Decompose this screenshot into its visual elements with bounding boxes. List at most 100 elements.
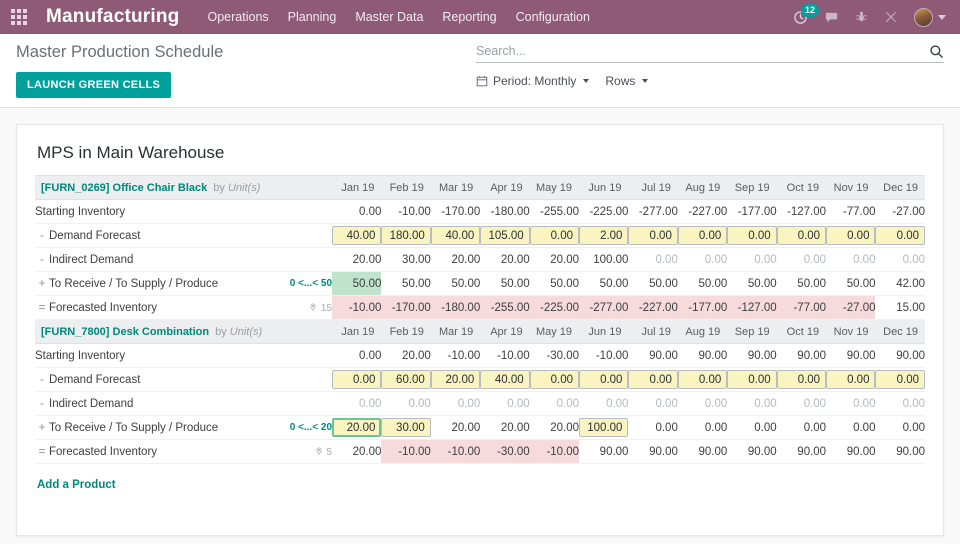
demand-forecast-input[interactable] [430,370,481,390]
editable-cell[interactable] [332,367,382,393]
to-receive-input[interactable] [381,418,431,438]
editable-cell[interactable] [529,223,580,249]
demand-forecast-input[interactable] [579,370,629,390]
filter-bar: Period: Monthly Rows [476,74,944,88]
to-receive-cell: 50.00 [332,271,382,297]
demand-forecast-input[interactable] [628,370,678,390]
editable-cell[interactable] [381,223,431,249]
editable-cell[interactable] [430,367,481,393]
bug-icon[interactable] [855,10,868,24]
to-receive-input[interactable] [332,418,382,438]
demand-forecast-input[interactable] [579,226,629,246]
search-icon[interactable] [929,44,944,59]
demand-forecast-input[interactable] [381,226,431,246]
menu-item-master-data[interactable]: Master Data [355,6,423,28]
indirect-demand-cell: 100.00 [579,247,629,273]
menu-item-reporting[interactable]: Reporting [442,6,496,28]
launch-green-cells-button[interactable]: LAUNCH GREEN CELLS [16,72,172,99]
editable-cell[interactable] [628,367,678,393]
chat-bubble-icon[interactable] [824,10,839,25]
period-filter-button[interactable]: Period: Monthly [476,74,590,88]
menu-item-planning[interactable]: Planning [288,6,337,28]
demand-forecast-input[interactable] [677,370,728,390]
editable-cell[interactable] [480,223,530,249]
demand-forecast-input[interactable] [776,226,827,246]
to-receive-cell: 0.00 [776,415,827,441]
demand-forecast-input[interactable] [381,370,431,390]
add-a-product-link[interactable]: Add a Product [37,479,116,491]
rows-filter-button[interactable]: Rows [605,74,649,88]
product-name-link[interactable]: [FURN_7800] Desk Combination [41,326,209,338]
row-operator: - [40,397,44,410]
to-receive-input[interactable] [579,418,629,438]
editable-cell[interactable] [727,367,777,393]
demand-forecast-input[interactable] [628,226,678,246]
demand-forecast-input[interactable] [332,370,382,390]
editable-cell[interactable] [381,367,431,393]
editable-cell[interactable] [579,367,629,393]
editable-cell[interactable] [875,223,925,249]
editable-cell[interactable] [677,223,728,249]
activity-count-badge: 12 [801,3,820,17]
apps-menu-button[interactable] [0,0,38,34]
demand-forecast-input[interactable] [529,370,580,390]
editable-cell[interactable] [332,223,382,249]
demand-forecast-input[interactable] [727,226,777,246]
editable-cell[interactable] [875,367,925,393]
user-menu-button[interactable] [914,7,946,27]
row-operator: + [38,421,46,434]
demand-forecast-input[interactable] [430,226,481,246]
row-meta-cell: 5 [280,439,333,465]
menu-item-operations[interactable]: Operations [208,6,269,28]
editable-cell[interactable] [727,223,777,249]
editable-cell[interactable] [332,415,382,441]
month-column-header: Jan 19 [332,319,382,345]
demand-forecast-input[interactable] [529,226,580,246]
forecasted-inventory-cell: -277.00 [579,295,629,321]
demand-forecast-input[interactable] [727,370,777,390]
clock-activity-icon[interactable]: 12 [793,3,820,25]
editable-cell[interactable] [579,415,629,441]
to-receive-cell: 0.00 [875,415,925,441]
product-header-row: [FURN_0269] Office Chair Black by Unit(s)… [35,175,925,201]
to-receive-cell: 50.00 [381,271,431,297]
to-receive-cell: 50.00 [677,271,728,297]
editable-cell[interactable] [529,367,580,393]
control-panel: Master Production Schedule LAUNCH GREEN … [0,34,960,109]
demand-forecast-input[interactable] [480,370,530,390]
menu-item-configuration[interactable]: Configuration [516,6,590,28]
editable-cell[interactable] [628,223,678,249]
starting-inventory-cell: 90.00 [826,343,876,369]
demand-forecast-input[interactable] [875,370,925,390]
product-uom: by Unit(s) [215,325,263,338]
demand-forecast-input[interactable] [826,226,876,246]
demand-forecast-input[interactable] [480,226,530,246]
starting-inventory-cell: -10.00 [381,199,431,225]
demand-forecast-input[interactable] [332,226,382,246]
app-brand-title[interactable]: Manufacturing [46,6,180,28]
demand-forecast-input[interactable] [875,226,925,246]
editable-cell[interactable] [776,367,827,393]
forecasted-inventory-cell: -10.00 [332,295,382,321]
editable-cell[interactable] [579,223,629,249]
editable-cell[interactable] [480,367,530,393]
editable-cell[interactable] [826,367,876,393]
editable-cell[interactable] [826,223,876,249]
product-uom: by Unit(s) [213,181,261,194]
scissors-icon[interactable] [884,10,898,24]
editable-cell[interactable] [430,223,481,249]
search-bar[interactable] [476,43,944,63]
editable-cell[interactable] [381,415,431,441]
product-name-link[interactable]: [FURN_0269] Office Chair Black [41,182,207,194]
indirect-demand-cell: 0.00 [875,247,925,273]
starting-inventory-cell: 90.00 [875,343,925,369]
demand-forecast-input[interactable] [677,226,728,246]
editable-cell[interactable] [677,367,728,393]
editable-cell[interactable] [776,223,827,249]
search-input[interactable] [476,43,929,59]
row-meta-cell: 15 [280,295,333,321]
demand-forecast-input[interactable] [776,370,827,390]
safety-stock-range-badge[interactable]: 0 <...< 50 [290,278,332,289]
demand-forecast-input[interactable] [826,370,876,390]
safety-stock-range-badge[interactable]: 0 <...< 20 [290,422,332,433]
